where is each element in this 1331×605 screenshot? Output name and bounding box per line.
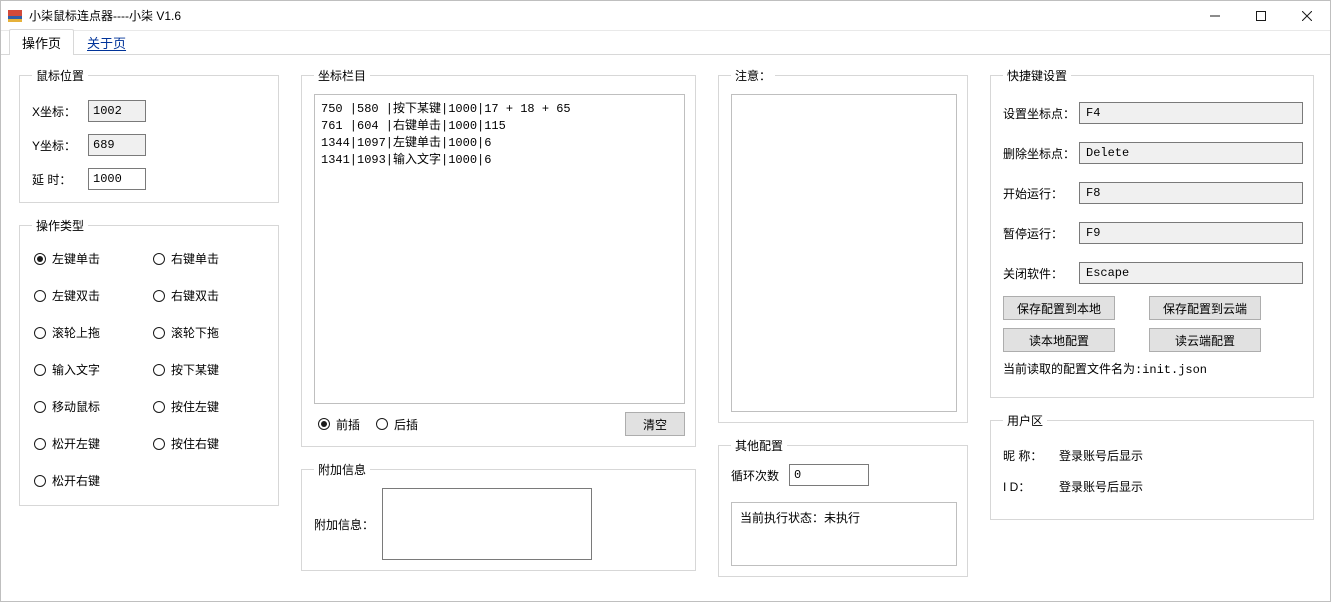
- minimize-button[interactable]: [1192, 1, 1238, 31]
- titlebar: 小柒鼠标连点器----小柒 V1.6: [1, 1, 1330, 31]
- radio-wheel-down[interactable]: 滚轮下拖: [153, 324, 266, 341]
- hk-setpoint-label: 设置坐标点：: [1003, 105, 1079, 122]
- save-local-button[interactable]: 保存配置到本地: [1003, 296, 1115, 320]
- radio-left-dbl[interactable]: 左键双击: [34, 287, 147, 304]
- group-coord-list: 坐标栏目 750 |580 |按下某键|1000|17 + 18 + 65 76…: [301, 67, 696, 447]
- group-user: 用户区 昵 称：登录账号后显示 I D：登录账号后显示: [990, 412, 1314, 520]
- group-other-config: 其他配置 循环次数 当前执行状态：未执行: [718, 437, 968, 577]
- close-button[interactable]: [1284, 1, 1330, 31]
- hk-close-label: 关闭软件：: [1003, 265, 1079, 282]
- app-icon: [7, 8, 23, 24]
- y-coord-label: Y坐标：: [32, 137, 88, 154]
- user-id-label: I D：: [1003, 478, 1059, 495]
- other-config-legend: 其他配置: [731, 437, 787, 454]
- user-nick-label: 昵 称：: [1003, 447, 1059, 464]
- radio-insert-after[interactable]: 后插: [376, 416, 418, 433]
- tab-about[interactable]: 关于页: [74, 29, 139, 55]
- y-coord-value: [88, 134, 146, 156]
- notice-box: [731, 94, 957, 412]
- tab-operate[interactable]: 操作页: [9, 29, 74, 55]
- radio-hold-right[interactable]: 按住右键: [153, 435, 266, 452]
- radio-left-click[interactable]: 左键单击: [34, 250, 147, 267]
- clear-button[interactable]: 清空: [625, 412, 685, 436]
- group-hotkeys: 快捷键设置 设置坐标点： 删除坐标点： 开始运行： 暂停运行： 关闭软件： 保存…: [990, 67, 1314, 398]
- group-mouse-position: 鼠标位置 X坐标： Y坐标： 延 时：: [19, 67, 279, 203]
- radio-release-left[interactable]: 松开左键: [34, 435, 147, 452]
- user-nick-value: 登录账号后显示: [1059, 447, 1143, 464]
- group-extra-info: 附加信息 附加信息：: [301, 461, 696, 571]
- coord-listbox[interactable]: 750 |580 |按下某键|1000|17 + 18 + 65 761 |60…: [314, 94, 685, 404]
- maximize-button[interactable]: [1238, 1, 1284, 31]
- hk-start-input[interactable]: [1079, 182, 1303, 204]
- user-id-value: 登录账号后显示: [1059, 478, 1143, 495]
- main-window: 小柒鼠标连点器----小柒 V1.6 操作页 关于页 鼠标位置 X坐标： Y坐标…: [0, 0, 1331, 602]
- save-cloud-button[interactable]: 保存配置到云端: [1149, 296, 1261, 320]
- coord-list-legend: 坐标栏目: [314, 67, 370, 84]
- radio-right-dbl[interactable]: 右键双击: [153, 287, 266, 304]
- window-controls: [1192, 1, 1330, 30]
- x-coord-value: [88, 100, 146, 122]
- extra-info-label: 附加信息：: [314, 516, 374, 533]
- radio-input-text[interactable]: 输入文字: [34, 361, 147, 378]
- hk-delpoint-label: 删除坐标点：: [1003, 145, 1079, 162]
- hk-pause-label: 暂停运行：: [1003, 225, 1079, 242]
- hk-pause-input[interactable]: [1079, 222, 1303, 244]
- user-legend: 用户区: [1003, 412, 1047, 429]
- mouse-position-legend: 鼠标位置: [32, 67, 88, 84]
- hk-setpoint-input[interactable]: [1079, 102, 1303, 124]
- hotkeys-legend: 快捷键设置: [1003, 67, 1071, 84]
- group-notice: 注意：: [718, 67, 968, 423]
- read-cloud-button[interactable]: 读云端配置: [1149, 328, 1261, 352]
- group-operation-type: 操作类型 左键单击 右键单击 左键双击 右键双击 滚轮上拖 滚轮下拖 输入文字 …: [19, 217, 279, 506]
- delay-label: 延 时：: [32, 171, 88, 188]
- delay-input[interactable]: [88, 168, 146, 190]
- radio-wheel-up[interactable]: 滚轮上拖: [34, 324, 147, 341]
- window-title: 小柒鼠标连点器----小柒 V1.6: [29, 7, 181, 24]
- radio-insert-before[interactable]: 前插: [318, 416, 360, 433]
- x-coord-label: X坐标：: [32, 103, 88, 120]
- radio-hold-left[interactable]: 按住左键: [153, 398, 266, 415]
- exec-status-box: 当前执行状态：未执行: [731, 502, 957, 566]
- tabstrip: 操作页 关于页: [1, 31, 1330, 55]
- hk-delpoint-input[interactable]: [1079, 142, 1303, 164]
- read-local-button[interactable]: 读本地配置: [1003, 328, 1115, 352]
- radio-right-click[interactable]: 右键单击: [153, 250, 266, 267]
- notice-legend: 注意：: [731, 67, 775, 84]
- operation-type-legend: 操作类型: [32, 217, 88, 234]
- content-area: 鼠标位置 X坐标： Y坐标： 延 时： 操作类型 左键单击 右: [1, 55, 1330, 605]
- extra-info-legend: 附加信息: [314, 461, 370, 478]
- loop-count-input[interactable]: [789, 464, 869, 486]
- hk-close-input[interactable]: [1079, 262, 1303, 284]
- hk-start-label: 开始运行：: [1003, 185, 1079, 202]
- radio-move-mouse[interactable]: 移动鼠标: [34, 398, 147, 415]
- current-config-file-label: 当前读取的配置文件名为:init.json: [1003, 360, 1303, 377]
- loop-count-label: 循环次数: [731, 467, 779, 484]
- radio-press-key[interactable]: 按下某键: [153, 361, 266, 378]
- extra-info-input[interactable]: [382, 488, 592, 560]
- radio-release-right[interactable]: 松开右键: [34, 472, 147, 489]
